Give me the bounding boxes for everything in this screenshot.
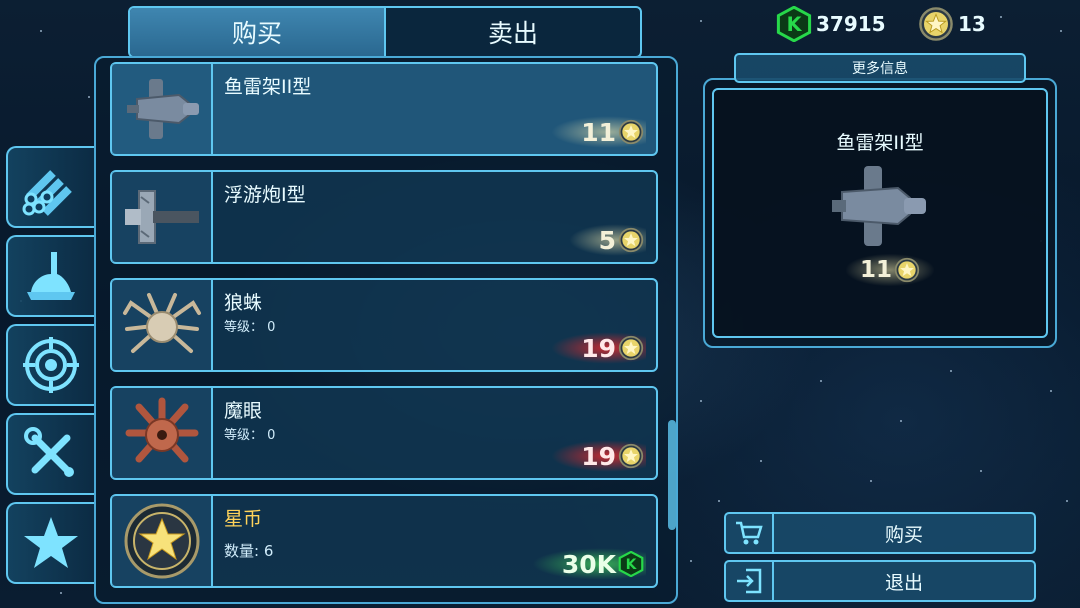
gem-icon: K [776, 6, 812, 42]
category-special[interactable] [6, 502, 94, 584]
item-name: 魔眼 [224, 400, 263, 422]
category-crane[interactable] [6, 235, 94, 317]
item-thumbnail [112, 280, 213, 370]
cart-icon [726, 514, 774, 552]
star-coin-icon [618, 443, 644, 469]
item-price: 11 [551, 116, 646, 148]
tab-buy[interactable]: 购买 [130, 8, 384, 56]
item-list-scrollbar[interactable] [668, 420, 676, 530]
more-info-button[interactable]: 更多信息 [734, 53, 1026, 83]
pipes-icon [22, 170, 72, 216]
exit-button-label: 退出 [884, 571, 923, 594]
category-sidebar [6, 146, 94, 591]
category-ammo[interactable] [6, 146, 94, 228]
item-name: 星币 [224, 508, 263, 530]
exit-button[interactable]: 退出 [724, 560, 1036, 602]
crane-icon [27, 252, 75, 300]
item-name: 狼蛛 [224, 292, 263, 314]
item-price: 5 [568, 224, 646, 256]
svg-text:K: K [626, 557, 638, 573]
item-price: 30K K [531, 548, 646, 580]
star-coin-icon [618, 119, 644, 145]
item-thumbnail [112, 496, 213, 586]
item-level: 等级： 0 [224, 428, 276, 443]
item-name: 浮游炮I型 [224, 184, 306, 206]
star-count: 13 [958, 12, 986, 36]
torpedo-rack-icon [126, 79, 199, 139]
list-item[interactable]: 魔眼 等级： 0 19 [110, 386, 658, 480]
buy-button-label: 购买 [884, 523, 923, 546]
item-thumbnail [112, 64, 213, 154]
star-balance: 13 [918, 6, 986, 42]
item-price-value: 30K [561, 549, 616, 579]
tarantula-icon [122, 293, 201, 353]
star-coin-icon [618, 227, 644, 253]
star-icon [24, 517, 78, 568]
tools-icon [24, 427, 74, 477]
item-price: 19 [551, 440, 646, 472]
item-price: 19 [551, 332, 646, 364]
star-coin-icon [618, 335, 644, 361]
item-name: 鱼雷架II型 [224, 76, 312, 98]
trade-tabs: 购买 卖出 [128, 6, 642, 58]
list-item[interactable]: 浮游炮I型 5 [110, 170, 658, 264]
list-item[interactable]: 狼蛛 等级： 0 19 [110, 278, 658, 372]
info-item-price: 11 [846, 254, 935, 286]
category-tools[interactable] [6, 413, 94, 495]
item-quantity: 数量: 6 [224, 542, 274, 560]
gem-count: 37915 [816, 12, 886, 36]
category-target[interactable] [6, 324, 94, 406]
info-price-value: 11 [860, 257, 893, 283]
list-item[interactable]: 鱼雷架II型 11 [110, 62, 658, 156]
gem-icon: K [618, 551, 644, 577]
info-item-name: 鱼雷架II型 [836, 132, 924, 154]
floating-cannon-icon [124, 190, 199, 244]
gem-balance: K 37915 [776, 6, 886, 42]
item-thumbnail [112, 172, 213, 262]
item-price-value: 11 [581, 117, 616, 147]
item-thumbnail [112, 388, 213, 478]
exit-icon [726, 562, 774, 600]
item-price-value: 5 [598, 225, 616, 255]
buy-button[interactable]: 购买 [724, 512, 1036, 554]
target-icon [23, 337, 79, 393]
list-item[interactable]: 星币 数量: 6 30K K [110, 494, 658, 588]
item-level: 等级： 0 [224, 320, 276, 335]
item-price-value: 19 [581, 441, 616, 471]
svg-text:K: K [787, 13, 803, 36]
star-coin-icon [919, 7, 953, 41]
tab-sell[interactable]: 卖出 [384, 8, 640, 56]
demon-eye-icon [125, 397, 198, 463]
item-price-value: 19 [581, 333, 616, 363]
star-coin-icon [894, 257, 920, 283]
torpedo-rack-icon [832, 166, 926, 246]
star-coin-icon [124, 503, 199, 579]
